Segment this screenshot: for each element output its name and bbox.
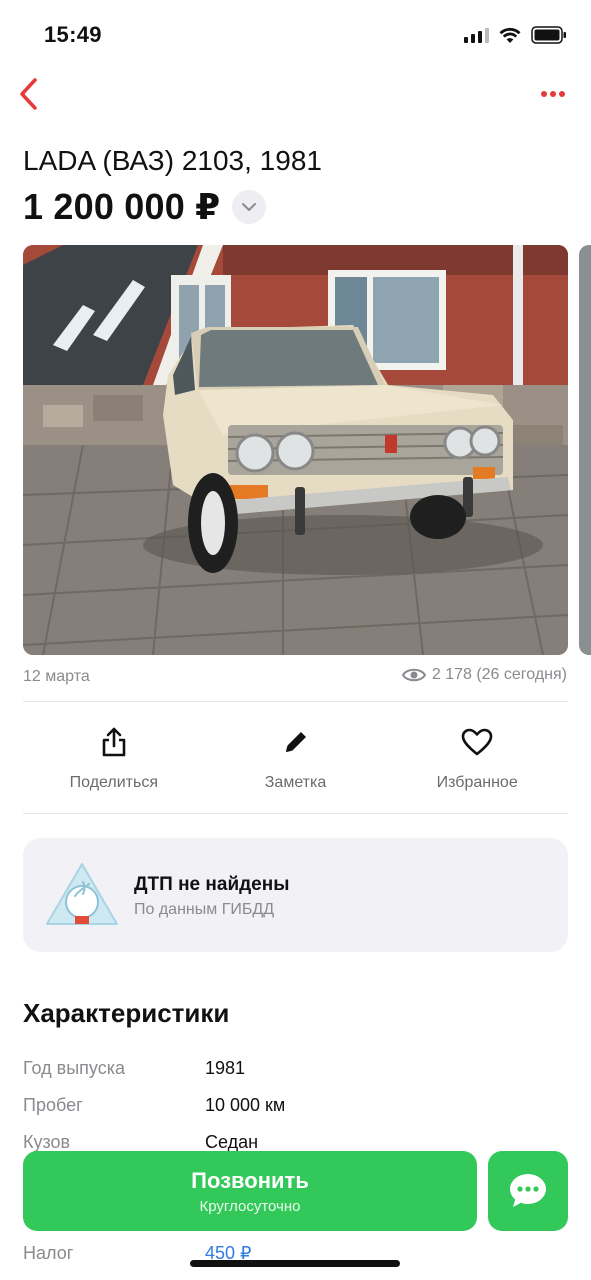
home-indicator (190, 1260, 400, 1267)
chevron-down-icon (242, 203, 257, 211)
spec-value: 1981 (205, 1058, 246, 1078)
accident-history-card[interactable]: ДТП не найдены По данным ГИБДД (23, 838, 568, 952)
status-bar: 15:49 (0, 0, 591, 70)
views-count: 2 178 (26 сегодня) (401, 666, 567, 684)
battery-icon (531, 26, 566, 44)
no-accidents-icon (46, 863, 118, 925)
chat-button[interactable] (488, 1151, 568, 1231)
photo-gallery[interactable] (23, 245, 591, 655)
accident-card-title: ДТП не найдены (134, 874, 290, 895)
cellular-signal-icon (464, 27, 489, 43)
chevron-left-icon (20, 78, 37, 110)
heart-icon (461, 726, 493, 758)
call-button[interactable]: Позвонить Круглосуточно (23, 1151, 477, 1231)
favorite-button[interactable]: Избранное (386, 702, 568, 814)
accident-card-subtitle: По данным ГИБДД (134, 901, 275, 918)
characteristics-title: Характеристики (23, 998, 230, 1028)
back-button[interactable] (10, 76, 46, 112)
listing-date: 12 марта (23, 668, 90, 685)
action-bar: Поделиться Заметка Избранное (23, 702, 568, 814)
note-button[interactable]: Заметка (205, 702, 387, 814)
spec-value: Седан (205, 1132, 259, 1152)
spec-label: Пробег (23, 1095, 83, 1115)
listing-price: 1 200 000 ₽ (23, 186, 221, 227)
pencil-icon (280, 726, 312, 758)
spec-label: Год выпуска (23, 1058, 125, 1078)
wifi-icon (499, 27, 521, 43)
listing-title: LADA (ВАЗ) 2103, 1981 (23, 145, 322, 176)
chat-bubble-icon (510, 1174, 546, 1207)
favorite-label: Избранное (436, 774, 518, 791)
call-button-sublabel: Круглосуточно (199, 1197, 301, 1215)
next-photo-preview[interactable] (579, 245, 591, 655)
status-icons (464, 26, 567, 44)
share-icon (98, 726, 130, 758)
share-label: Поделиться (69, 774, 159, 791)
spec-label: Кузов (23, 1132, 71, 1152)
more-button[interactable] (537, 82, 569, 106)
car-photo[interactable] (23, 245, 568, 655)
navigation-bar (0, 70, 591, 120)
price-row: 1 200 000 ₽ (23, 186, 267, 228)
spec-label: Налог (23, 1243, 74, 1263)
divider (23, 813, 568, 814)
eye-icon (401, 668, 426, 682)
more-dots-icon (541, 91, 565, 97)
share-button[interactable]: Поделиться (23, 702, 205, 814)
status-time: 15:49 (44, 22, 102, 47)
views-text: 2 178 (26 сегодня) (431, 666, 567, 683)
spec-value: 10 000 км (205, 1095, 286, 1115)
price-history-toggle[interactable] (232, 190, 267, 224)
call-button-label: Позвонить (191, 1167, 309, 1193)
note-label: Заметка (264, 774, 327, 791)
